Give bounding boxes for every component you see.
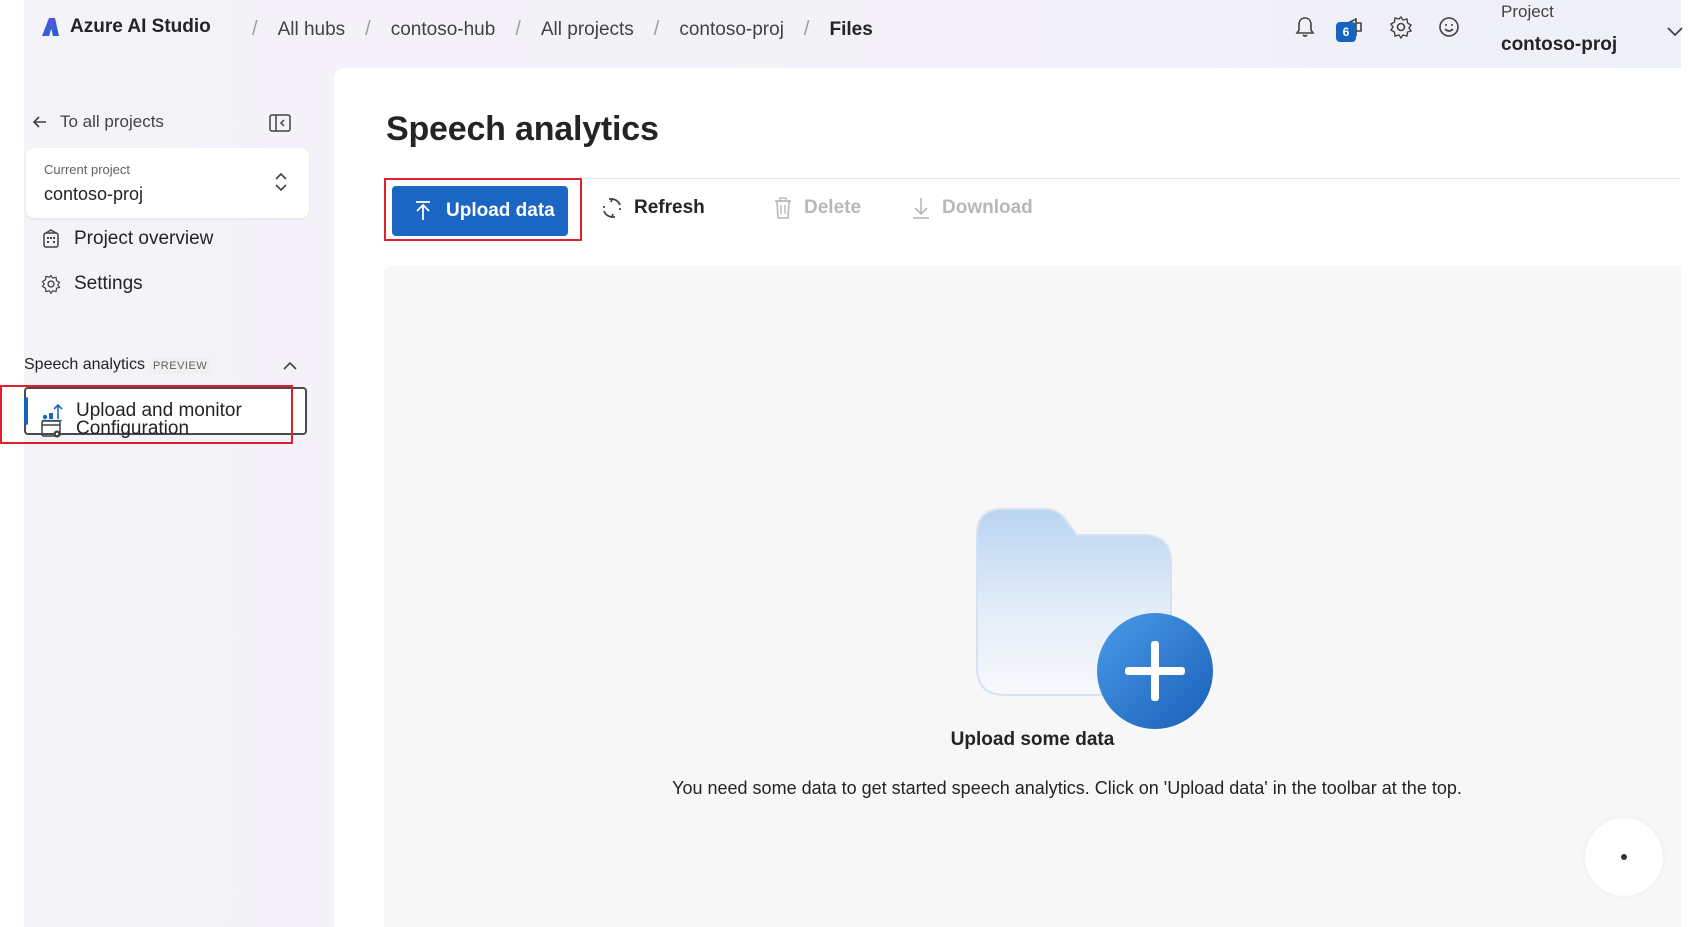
breadcrumb-separator: / bbox=[803, 18, 810, 40]
azure-ai-logo-icon bbox=[42, 18, 59, 36]
chevron-down-icon bbox=[1667, 27, 1683, 37]
project-selector[interactable]: Project contoso-proj bbox=[1501, 2, 1701, 58]
gear-icon bbox=[1390, 15, 1413, 40]
download-label: Download bbox=[942, 197, 1033, 218]
download-button[interactable]: Download bbox=[910, 196, 1033, 220]
preview-badge: PREVIEW bbox=[148, 358, 212, 374]
refresh-button[interactable]: Refresh bbox=[600, 196, 705, 220]
highlight-box-sidebar bbox=[0, 385, 293, 444]
sidebar-item-settings[interactable]: Settings bbox=[40, 273, 143, 295]
building-icon bbox=[43, 229, 59, 248]
notification-count-badge: 6 bbox=[1336, 22, 1356, 42]
breadcrumb-separator: / bbox=[365, 18, 371, 40]
gear-icon bbox=[41, 274, 61, 295]
top-icons: 6 bbox=[1292, 14, 1462, 42]
sidebar: To all projects Current project contoso-… bbox=[24, 60, 334, 927]
feedback-button[interactable] bbox=[1436, 14, 1462, 40]
brand[interactable]: Azure AI Studio bbox=[40, 16, 211, 38]
chevron-up-down-icon bbox=[275, 172, 287, 192]
notifications-button[interactable] bbox=[1292, 14, 1318, 40]
delete-label: Delete bbox=[804, 197, 862, 218]
refresh-icon bbox=[603, 198, 621, 218]
settings-button[interactable] bbox=[1388, 14, 1414, 40]
delete-button[interactable]: Delete bbox=[772, 196, 861, 220]
current-project-selector[interactable]: Current project contoso-proj bbox=[26, 148, 309, 218]
trash-icon bbox=[775, 197, 791, 219]
breadcrumb-project[interactable]: contoso-proj bbox=[679, 19, 784, 41]
arrow-left-icon bbox=[32, 116, 46, 128]
breadcrumb-separator: / bbox=[252, 18, 258, 40]
speech-analytics-section-header[interactable]: Speech analytics PREVIEW bbox=[24, 356, 314, 374]
breadcrumb-all-projects[interactable]: All projects bbox=[541, 19, 634, 41]
sidebar-item-label: Project overview bbox=[74, 228, 214, 249]
assistant-button[interactable] bbox=[1585, 818, 1663, 896]
current-project-label: Current project bbox=[44, 162, 130, 177]
highlight-box-upload bbox=[384, 178, 582, 241]
brand-name: Azure AI Studio bbox=[70, 16, 211, 37]
page-title: Speech analytics bbox=[386, 110, 659, 148]
chevron-up-icon bbox=[283, 361, 297, 370]
breadcrumb-all-hubs[interactable]: All hubs bbox=[278, 19, 346, 41]
main-content: Speech analytics Upload data Refresh Del… bbox=[334, 68, 1681, 927]
breadcrumb-separator: / bbox=[653, 18, 660, 40]
dot-icon bbox=[1621, 854, 1627, 860]
breadcrumb-hub[interactable]: contoso-hub bbox=[391, 19, 496, 41]
top-bar: Azure AI Studio / All hubs / contoso-hub… bbox=[24, 0, 1683, 60]
back-to-all-projects-link[interactable]: To all projects bbox=[30, 112, 164, 132]
section-title: Speech analytics bbox=[24, 356, 145, 373]
announcements-button[interactable]: 6 bbox=[1336, 14, 1366, 42]
project-selector-value: contoso-proj bbox=[1501, 34, 1618, 55]
refresh-label: Refresh bbox=[634, 197, 705, 218]
download-icon bbox=[913, 198, 929, 219]
sidebar-item-project-overview[interactable]: Project overview bbox=[40, 228, 213, 250]
bell-icon bbox=[1295, 17, 1315, 37]
panel-collapse-icon bbox=[269, 114, 291, 132]
folder-add-illustration-icon bbox=[976, 508, 1213, 731]
back-link-label: To all projects bbox=[60, 112, 164, 131]
sidebar-item-label: Settings bbox=[74, 273, 143, 294]
breadcrumb-separator: / bbox=[515, 18, 521, 40]
smiley-icon bbox=[1439, 17, 1459, 37]
breadcrumb-current: Files bbox=[829, 18, 873, 40]
current-project-value: contoso-proj bbox=[44, 184, 144, 204]
project-selector-label: Project bbox=[1501, 2, 1554, 21]
breadcrumb: / All hubs / contoso-hub / All projects … bbox=[252, 18, 873, 41]
collapse-sidebar-button[interactable] bbox=[268, 112, 292, 139]
